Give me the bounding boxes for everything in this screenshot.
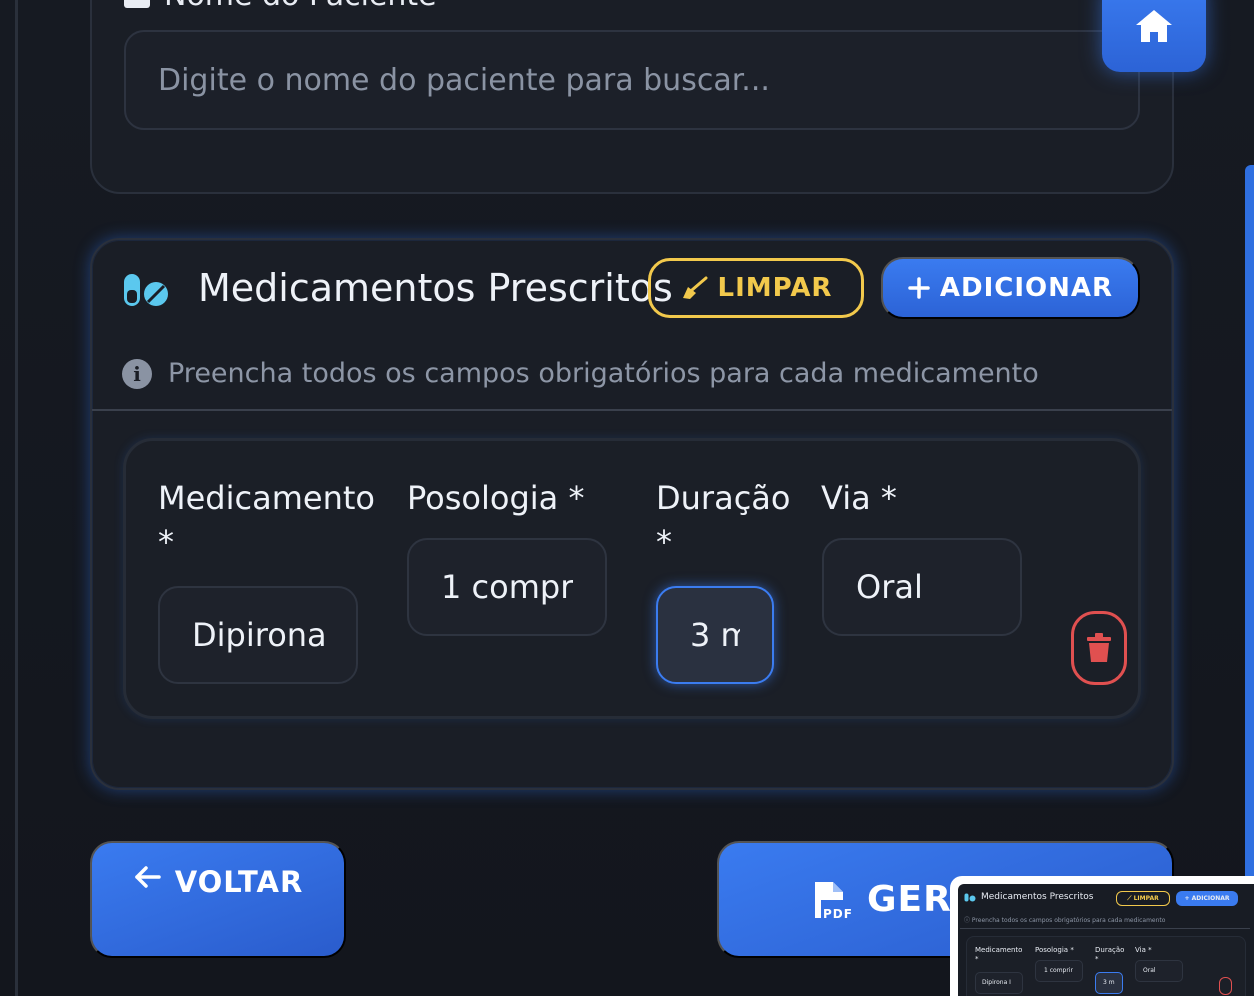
duracao-label-text: Duração	[656, 479, 791, 517]
duracao-input[interactable]	[656, 586, 774, 684]
pills-icon	[124, 274, 168, 306]
preview-title: Medicamentos Prescritos	[981, 892, 1094, 902]
left-rail	[15, 0, 18, 996]
file-pdf-icon: PDF	[815, 881, 851, 920]
plus-icon	[908, 277, 930, 299]
svg-text:PDF: PDF	[823, 907, 851, 920]
user-icon	[124, 0, 150, 8]
info-hint: i Preencha todos os campos obrigatórios …	[122, 358, 1039, 389]
preview-duracao-input: 3 m	[1095, 972, 1123, 994]
required-mark: *	[656, 523, 672, 561]
medicamento-input[interactable]	[158, 586, 358, 684]
clear-button-label: LIMPAR	[717, 273, 833, 303]
medications-title: Medicamentos Prescritos	[198, 266, 673, 310]
patient-label-text: Nome do Paciente	[164, 0, 437, 13]
broom-icon	[682, 276, 708, 299]
arrow-left-icon	[134, 866, 161, 888]
preview-clear-button: ⟋ LIMPAR	[1116, 891, 1170, 906]
patient-label: Nome do Paciente	[124, 0, 437, 13]
divider	[92, 409, 1172, 411]
preview-trash-icon	[1219, 977, 1232, 995]
preview-posologia-label: Posologia *	[1035, 946, 1074, 954]
medicamento-label: Medicamento *	[158, 476, 375, 564]
info-text: Preencha todos os campos obrigatórios pa…	[168, 358, 1039, 389]
home-button[interactable]	[1102, 0, 1206, 72]
preview-via-input: Oral	[1135, 960, 1183, 982]
scrollbar[interactable]	[1245, 165, 1254, 996]
info-icon: i	[122, 358, 152, 389]
preview-medicamento-label: Medicamento	[975, 946, 1023, 954]
via-label: Via *	[821, 479, 897, 517]
required-mark: *	[158, 523, 174, 561]
preview-required-mark: *	[975, 955, 979, 963]
home-icon	[1136, 10, 1172, 42]
preview-posologia-input: 1 comprir	[1035, 960, 1083, 982]
preview-duracao-label: Duração	[1095, 946, 1125, 954]
add-medication-button[interactable]: ADICIONAR	[881, 257, 1140, 319]
back-button[interactable]: VOLTAR	[90, 841, 346, 958]
preview-thumbnail-content: Medicamentos Prescritos ⟋ LIMPAR + ADICI…	[958, 884, 1254, 996]
preview-info-text: ⓘ Preencha todos os campos obrigatórios …	[964, 917, 1166, 924]
preview-clear-label: LIMPAR	[1133, 895, 1159, 902]
preview-info-label: Preencha todos os campos obrigatórios pa…	[971, 917, 1166, 924]
posologia-label: Posologia *	[407, 479, 585, 517]
page: Nome do Paciente Medicamentos Prescritos…	[0, 0, 1254, 996]
preview-medicamento-input: Dipirona I	[975, 972, 1023, 994]
add-button-label: ADICIONAR	[939, 273, 1114, 303]
preview-required-mark: *	[1095, 955, 1099, 963]
back-button-label: VOLTAR	[174, 865, 304, 899]
duracao-label: Duração *	[656, 476, 790, 564]
preview-thumbnail[interactable]: Medicamentos Prescritos ⟋ LIMPAR + ADICI…	[950, 876, 1254, 996]
preview-divider	[960, 928, 1250, 929]
preview-add-button: + ADICIONAR	[1176, 891, 1238, 906]
preview-add-label: ADICIONAR	[1191, 895, 1230, 902]
trash-icon	[1087, 633, 1111, 662]
posologia-input[interactable]	[407, 538, 607, 636]
clear-button[interactable]: LIMPAR	[648, 258, 864, 318]
pills-icon	[964, 893, 976, 902]
patient-search-input[interactable]	[124, 30, 1140, 130]
medicamento-label-text: Medicamento	[158, 479, 375, 517]
preview-via-label: Via *	[1135, 946, 1152, 954]
via-input[interactable]	[822, 538, 1022, 636]
remove-medication-button[interactable]	[1071, 611, 1127, 685]
